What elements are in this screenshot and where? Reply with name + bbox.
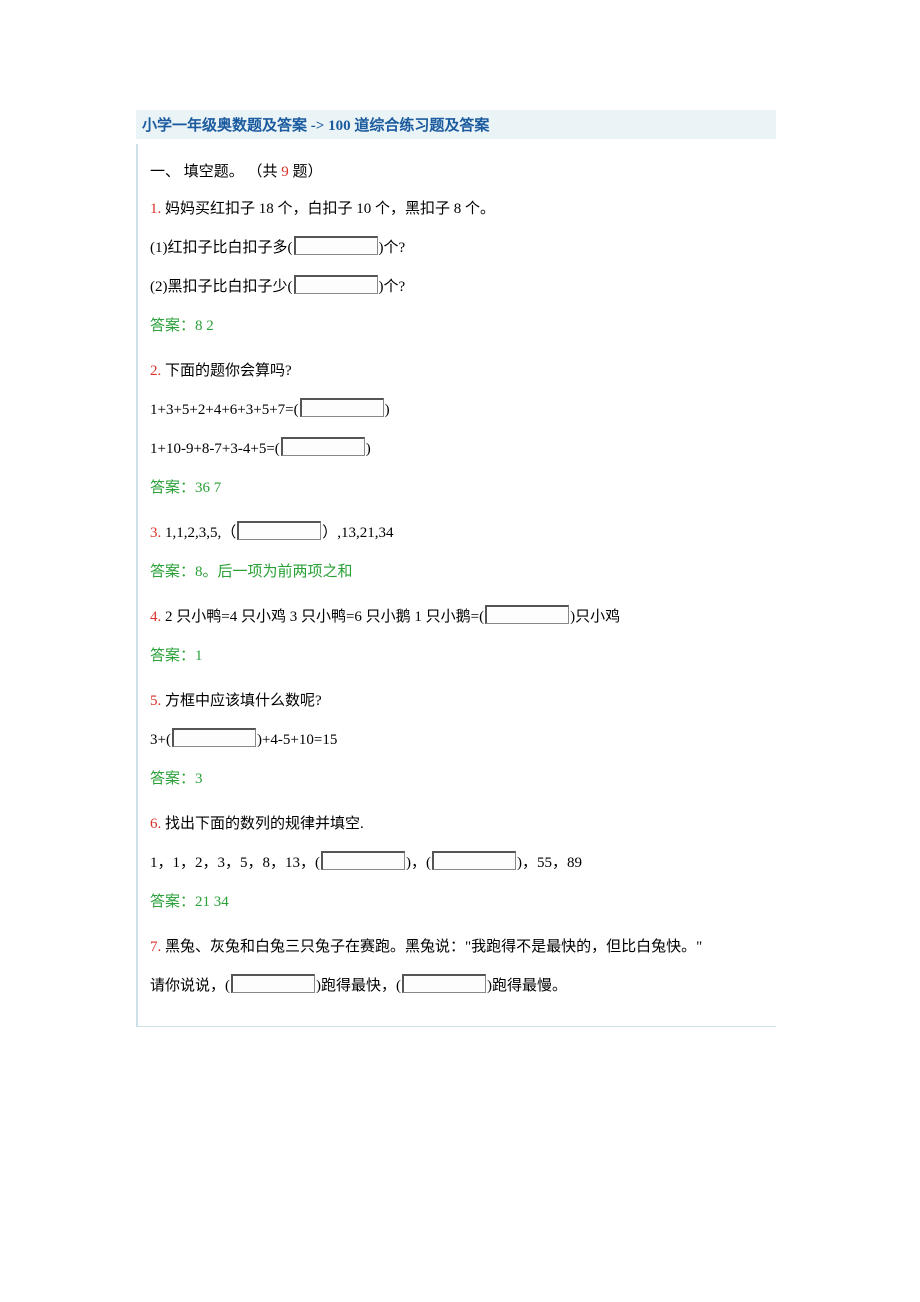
q5-number: 5. [150, 693, 161, 709]
blank-input[interactable] [402, 974, 486, 993]
blank-input[interactable] [294, 236, 378, 255]
q2-number: 2. [150, 363, 161, 379]
section-heading: 一、 填空题。 （共 9 题） [150, 154, 762, 190]
question-3: 3. 1,1,2,3,5,（ ）,13,21,34 [150, 514, 762, 553]
blank-input[interactable] [231, 974, 315, 993]
q5-answer: 答案：3 [150, 760, 762, 799]
q7-prompt-a: 黑兔、灰兔和白兔三只兔子在赛跑。黑兔说："我跑得不是最快的，但比白兔快。" [165, 939, 702, 955]
q1-prompt: 妈妈买红扣子 18 个，白扣子 10 个，黑扣子 8 个。 [165, 201, 495, 217]
q4-number: 4. [150, 609, 161, 625]
question-2: 2. 下面的题你会算吗? [150, 352, 762, 391]
breadcrumb-header: 小学一年级奥数题及答案 -> 100 道综合练习题及答案 [136, 110, 776, 139]
content-block: 一、 填空题。 （共 9 题） 1. 妈妈买红扣子 18 个，白扣子 10 个，… [136, 144, 776, 1027]
q1-sub1: (1)红扣子比白扣子多( )个? [150, 229, 762, 268]
blank-input[interactable] [432, 851, 516, 870]
q2-line1: 1+3+5+2+4+6+3+5+7=() [150, 391, 762, 430]
blank-input[interactable] [172, 728, 256, 747]
question-6: 6. 找出下面的数列的规律并填空. [150, 805, 762, 844]
q1-sub1-post: )个? [379, 240, 406, 256]
q2-line2-post: ) [366, 441, 371, 457]
q4-answer: 答案：1 [150, 637, 762, 676]
blank-input[interactable] [237, 521, 321, 540]
q3-post: ）,13,21,34 [322, 525, 393, 541]
q1-sub2-pre: (2)黑扣子比白扣子少( [150, 279, 293, 295]
q4-post: )只小鸡 [570, 609, 620, 625]
q6-line-post: )，55，89 [517, 855, 582, 871]
q1-number: 1. [150, 201, 161, 217]
q2-prompt: 下面的题你会算吗? [165, 363, 292, 379]
breadcrumb-part-2: 100 道综合练习题及答案 [328, 118, 489, 134]
q4-pre: 2 只小鸭=4 只小鸡 3 只小鸭=6 只小鹅 1 只小鹅=( [165, 609, 484, 625]
section-label-post: 题） [289, 164, 323, 180]
document-page: 小学一年级奥数题及答案 -> 100 道综合练习题及答案 一、 填空题。 （共 … [0, 0, 920, 1087]
breadcrumb-arrow: -> [311, 118, 325, 134]
question-7: 7. 黑兔、灰兔和白兔三只兔子在赛跑。黑兔说："我跑得不是最快的，但比白兔快。" [150, 928, 762, 967]
q1-sub2-post: )个? [379, 279, 406, 295]
blank-input[interactable] [294, 275, 378, 294]
q2-line2-pre: 1+10-9+8-7+3-4+5=( [150, 441, 280, 457]
q6-number: 6. [150, 816, 161, 832]
section-label-pre: 一、 填空题。 （共 [150, 164, 281, 180]
q7-line-pre: 请你说说，( [150, 978, 230, 994]
q3-answer: 答案：8。后一项为前两项之和 [150, 553, 762, 592]
q2-line1-pre: 1+3+5+2+4+6+3+5+7=( [150, 402, 299, 418]
question-4: 4. 2 只小鸭=4 只小鸡 3 只小鸭=6 只小鹅 1 只小鹅=( )只小鸡 [150, 598, 762, 637]
q7-line-post: )跑得最慢。 [487, 978, 567, 994]
q3-pre: 1,1,2,3,5,（ [165, 525, 236, 541]
q3-number: 3. [150, 525, 161, 541]
q1-sub2: (2)黑扣子比白扣子少( )个? [150, 268, 762, 307]
breadcrumb-part-1: 小学一年级奥数题及答案 [142, 118, 307, 134]
blank-input[interactable] [281, 437, 365, 456]
q2-line1-post: ) [385, 402, 390, 418]
q5-line-post: )+4-5+10=15 [257, 732, 337, 748]
q6-line: 1，1，2，3，5，8，13，( )，( )，55，89 [150, 844, 762, 883]
q7-number: 7. [150, 939, 161, 955]
blank-input[interactable] [321, 851, 405, 870]
q6-answer: 答案：21 34 [150, 883, 762, 922]
q7-line: 请你说说，( )跑得最快，( )跑得最慢。 [150, 967, 762, 1006]
q6-line-mid: )，( [406, 855, 431, 871]
q7-line-mid: )跑得最快，( [316, 978, 401, 994]
q1-answer: 答案：8 2 [150, 307, 762, 346]
q2-line2: 1+10-9+8-7+3-4+5=() [150, 430, 762, 469]
q6-prompt: 找出下面的数列的规律并填空. [165, 816, 364, 832]
q6-line-pre: 1，1，2，3，5，8，13，( [150, 855, 320, 871]
blank-input[interactable] [485, 605, 569, 624]
q1-sub1-pre: (1)红扣子比白扣子多( [150, 240, 293, 256]
section-count: 9 [281, 164, 289, 180]
q2-answer: 答案：36 7 [150, 469, 762, 508]
q5-line-pre: 3+( [150, 732, 171, 748]
q5-line: 3+( )+4-5+10=15 [150, 721, 762, 760]
question-1: 1. 妈妈买红扣子 18 个，白扣子 10 个，黑扣子 8 个。 [150, 190, 762, 229]
q5-prompt: 方框中应该填什么数呢? [165, 693, 322, 709]
blank-input[interactable] [300, 398, 384, 417]
question-5: 5. 方框中应该填什么数呢? [150, 682, 762, 721]
